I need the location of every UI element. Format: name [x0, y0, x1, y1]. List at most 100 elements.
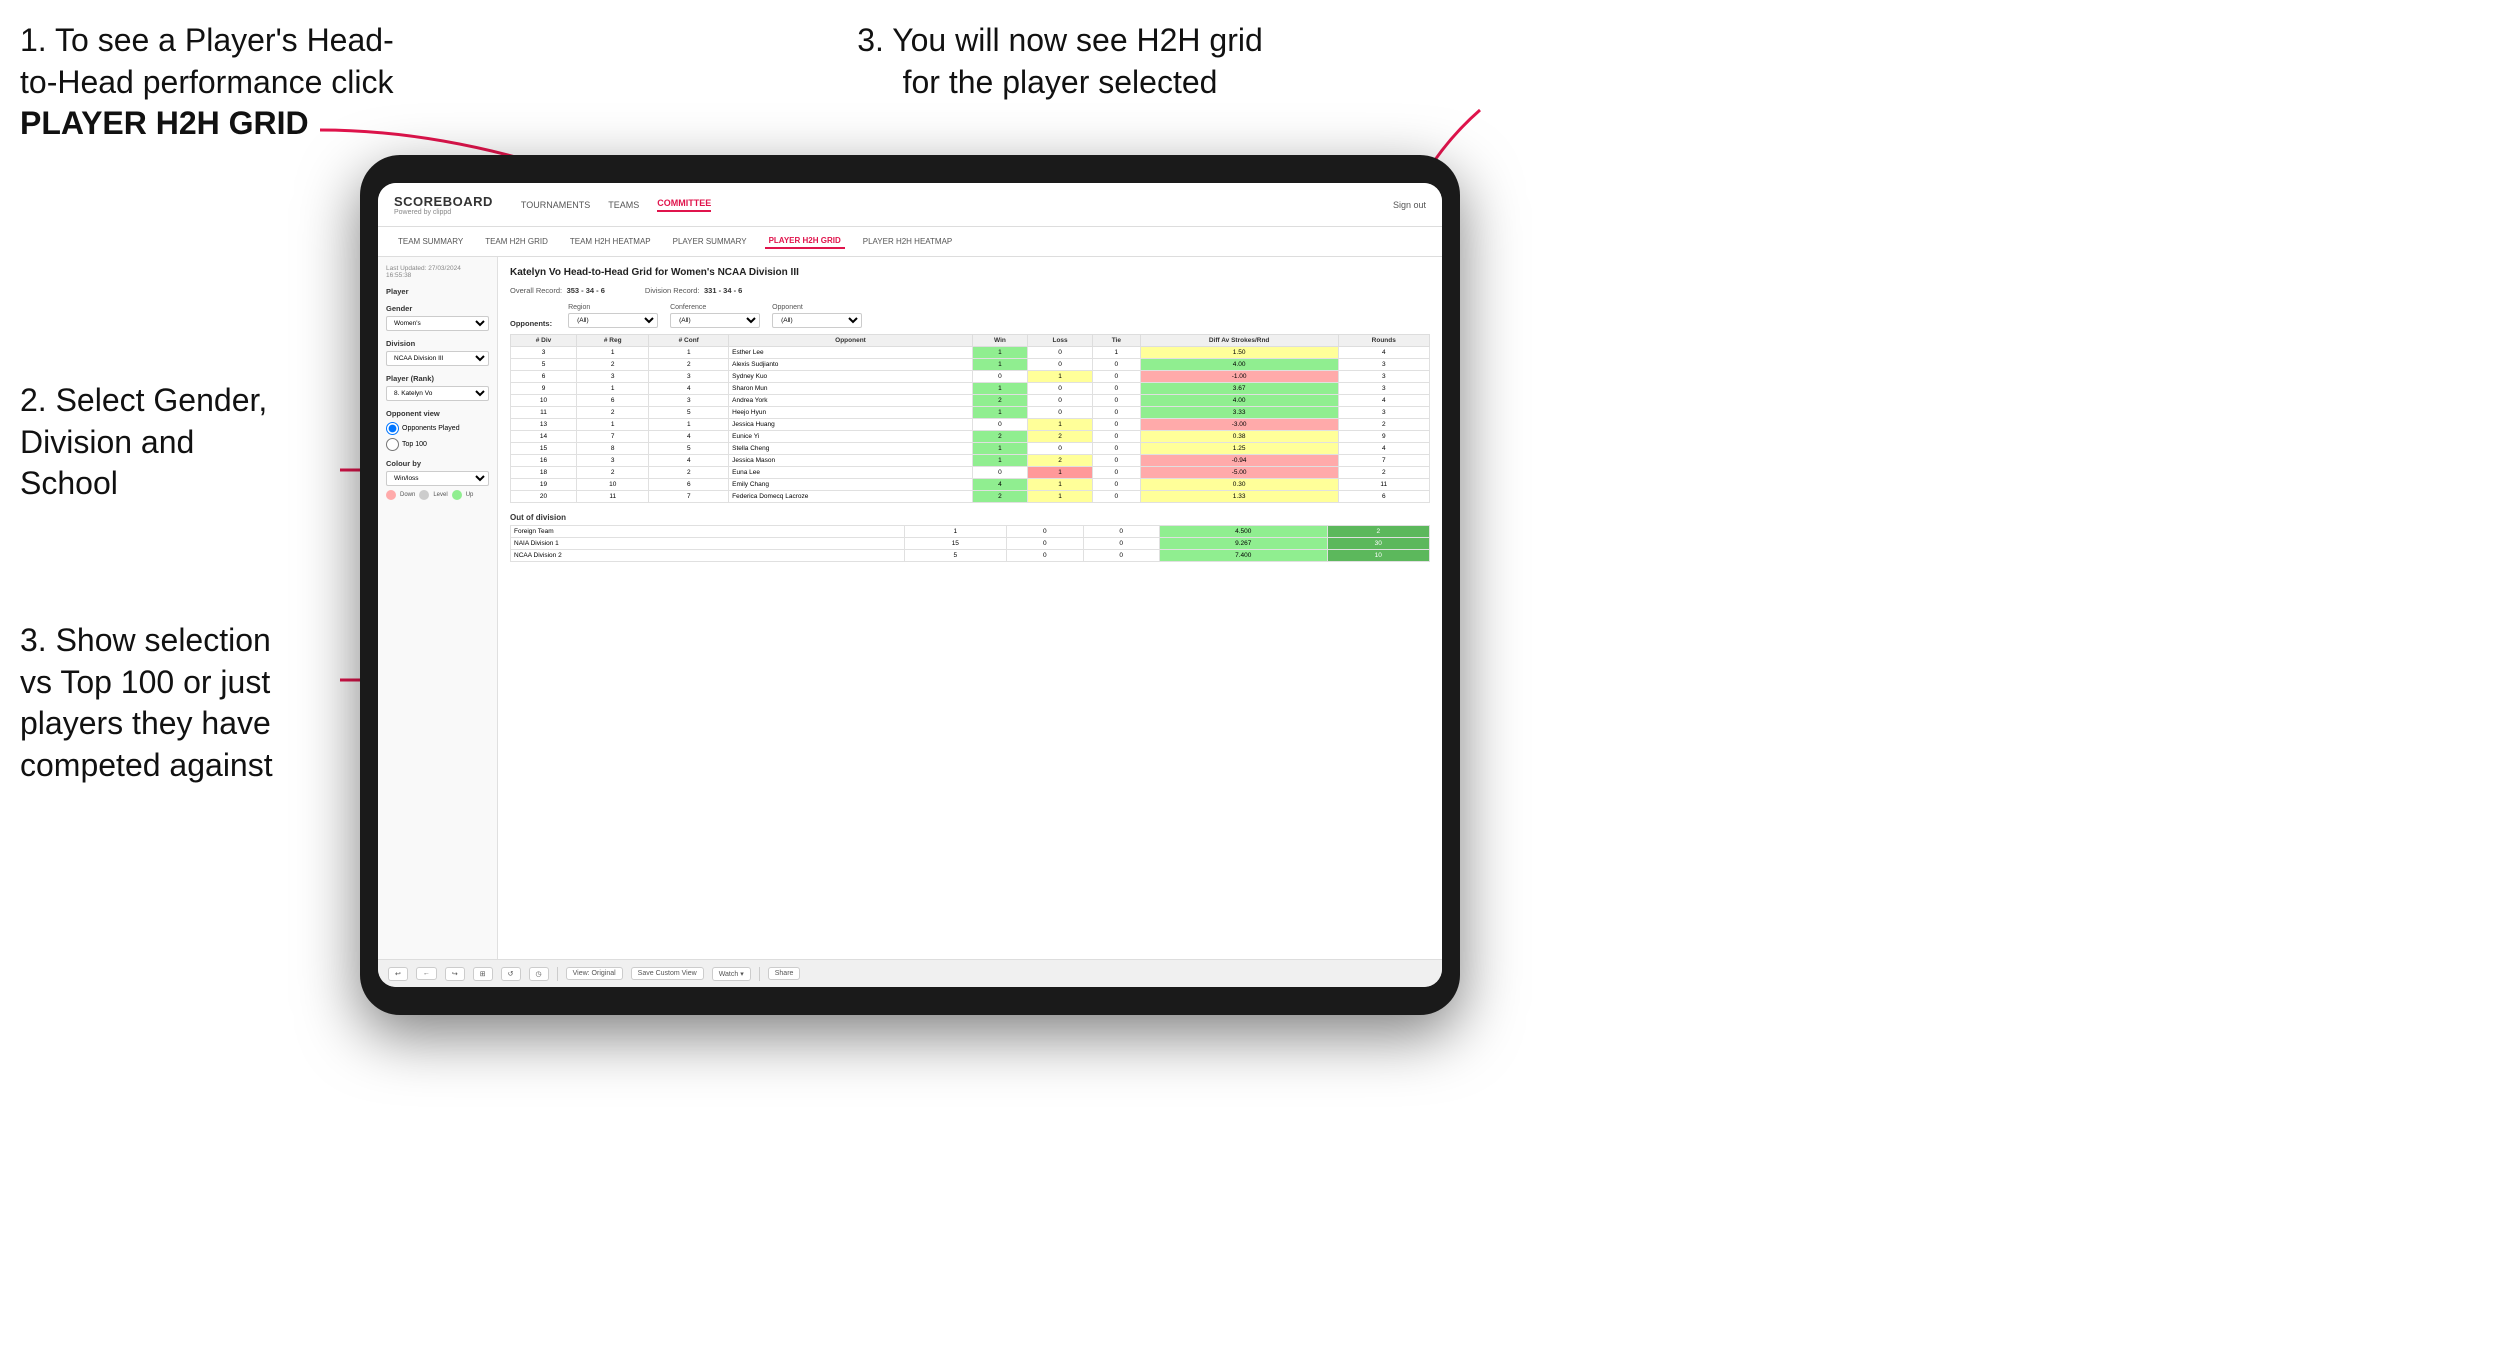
sidebar-player-rank-label: Player (Rank) [386, 374, 489, 383]
toolbar-watch[interactable]: Watch ▾ [712, 967, 751, 981]
instruction-mid-line3: School [20, 465, 118, 501]
sub-nav-player-h2h-grid[interactable]: PLAYER H2H GRID [765, 234, 845, 249]
out-of-division-title: Out of division [510, 513, 1430, 522]
instruction-bold: PLAYER H2H GRID [20, 105, 309, 141]
sub-nav: TEAM SUMMARY TEAM H2H GRID TEAM H2H HEAT… [378, 227, 1442, 257]
toolbar-sep2 [759, 967, 760, 981]
colour-up-dot [452, 490, 462, 500]
table-row: 1585Stella Cheng1001.254 [511, 443, 1430, 455]
table-row: 19106Emily Chang4100.3011 [511, 479, 1430, 491]
sidebar-player-label: Player [386, 287, 489, 296]
nav-tournaments[interactable]: TOURNAMENTS [521, 200, 590, 210]
th-reg: # Reg [577, 335, 649, 347]
nav-sign-out[interactable]: Sign out [1393, 200, 1426, 210]
overall-record: Overall Record: 353 - 34 - 6 [510, 280, 605, 298]
th-conf: # Conf [649, 335, 729, 347]
sidebar-gender-label: Gender [386, 304, 489, 313]
colour-level-dot [419, 490, 429, 500]
main-content: Last Updated: 27/03/202416:55:38 Player … [378, 257, 1442, 959]
sidebar-gender-section: Gender Women's Men's [386, 304, 489, 331]
sidebar-division-select[interactable]: NCAA Division III [386, 351, 489, 366]
filter-opponent-select[interactable]: (All) [772, 313, 862, 328]
instruction-bottom-left: 3. Show selection vs Top 100 or just pla… [20, 620, 360, 786]
table-row: 633Sydney Kuo010-1.003 [511, 371, 1430, 383]
instruction-top-right: 3. You will now see H2H gridfor the play… [820, 20, 1300, 103]
th-loss: Loss [1028, 335, 1093, 347]
sidebar-colour-section: Colour by Win/loss Down Level Up [386, 459, 489, 500]
colour-down-dot [386, 490, 396, 500]
toolbar-sep1 [557, 967, 558, 981]
sub-nav-team-summary[interactable]: TEAM SUMMARY [394, 235, 467, 248]
toolbar-save-custom[interactable]: Save Custom View [631, 967, 704, 980]
table-row: 20117Federica Domecq Lacroze2101.336 [511, 491, 1430, 503]
nav-committee[interactable]: COMMITTEE [657, 198, 711, 212]
grid-title: Katelyn Vo Head-to-Head Grid for Women's… [510, 267, 1430, 278]
filter-conference: Conference (All) [670, 304, 760, 328]
grid-area: Katelyn Vo Head-to-Head Grid for Women's… [498, 257, 1442, 959]
toolbar-refresh[interactable]: ↺ [501, 967, 521, 981]
filter-region-select[interactable]: (All) [568, 313, 658, 328]
out-of-division-row: NCAA Division 25007.40010 [511, 550, 1430, 562]
toolbar-undo[interactable]: ↩ [388, 967, 408, 981]
tablet-screen: SCOREBOARD Powered by clippd TOURNAMENTS… [378, 183, 1442, 987]
sidebar: Last Updated: 27/03/202416:55:38 Player … [378, 257, 498, 959]
sub-nav-team-h2h-grid[interactable]: TEAM H2H GRID [481, 235, 552, 248]
grid-records: Overall Record: 353 - 34 - 6 Division Re… [510, 280, 1430, 298]
logo-text: SCOREBOARD [394, 194, 493, 209]
division-record: Division Record: 331 - 34 - 6 [645, 280, 742, 298]
table-row: 311Esther Lee1011.504 [511, 347, 1430, 359]
filter-region: Region (All) [568, 304, 658, 328]
sub-nav-player-summary[interactable]: PLAYER SUMMARY [669, 235, 751, 248]
logo-area: SCOREBOARD Powered by clippd [394, 194, 493, 216]
sidebar-radio-opponents[interactable]: Opponents Played [386, 422, 489, 435]
instruction-line1: 1. To see a Player's Head- [20, 22, 394, 58]
sidebar-colour-select[interactable]: Win/loss [386, 471, 489, 486]
th-tie: Tie [1093, 335, 1141, 347]
instruction-mid-left: 2. Select Gender, Division and School [20, 380, 360, 505]
toolbar-share[interactable]: Share [768, 967, 801, 980]
filters-row: Opponents: Region (All) Conference (All) [510, 304, 1430, 328]
instruction-bottom-line3: players they have [20, 705, 271, 741]
instruction-mid-line2: Division and [20, 424, 194, 460]
sidebar-colour-row: Down Level Up [386, 490, 489, 500]
sidebar-division-label: Division [386, 339, 489, 348]
colour-down-label: Down [400, 492, 415, 498]
nav-bar: SCOREBOARD Powered by clippd TOURNAMENTS… [378, 183, 1442, 227]
instruction-mid-line1: 2. Select Gender, [20, 382, 267, 418]
sidebar-colour-label: Colour by [386, 459, 489, 468]
table-row: 522Alexis Sudjianto1004.003 [511, 359, 1430, 371]
toolbar-view-original[interactable]: View: Original [566, 967, 623, 980]
sidebar-opponent-view-label: Opponent view [386, 409, 489, 418]
th-div: # Div [511, 335, 577, 347]
colour-level-label: Level [433, 492, 447, 498]
toolbar-back[interactable]: ← [416, 967, 437, 980]
table-row: 1063Andrea York2004.004 [511, 395, 1430, 407]
table-row: 1822Euna Lee010-5.002 [511, 467, 1430, 479]
out-of-division-row: NAIA Division 115009.26730 [511, 538, 1430, 550]
instruction-bottom-line1: 3. Show selection [20, 622, 271, 658]
toolbar-clock[interactable]: ◷ [529, 967, 549, 981]
sub-nav-team-h2h-heatmap[interactable]: TEAM H2H HEATMAP [566, 235, 655, 248]
sidebar-player-section: Player [386, 287, 489, 296]
sidebar-player-rank-section: Player (Rank) 8. Katelyn Vo [386, 374, 489, 401]
opponents-filter-label: Opponents: [510, 319, 552, 328]
toolbar-redo[interactable]: ↪ [445, 967, 465, 981]
table-row: 1311Jessica Huang010-3.002 [511, 419, 1430, 431]
colour-up-label: Up [466, 492, 474, 498]
filter-opponent: Opponent (All) [772, 304, 862, 328]
sub-nav-player-h2h-heatmap[interactable]: PLAYER H2H HEATMAP [859, 235, 957, 248]
nav-teams[interactable]: TEAMS [608, 200, 639, 210]
sidebar-gender-select[interactable]: Women's Men's [386, 316, 489, 331]
instruction-bottom-line4: competed against [20, 747, 273, 783]
sidebar-radio-top100[interactable]: Top 100 [386, 438, 489, 451]
sidebar-date: Last Updated: 27/03/202416:55:38 [386, 265, 489, 279]
th-rounds: Rounds [1338, 335, 1429, 347]
th-opponent: Opponent [729, 335, 973, 347]
sidebar-radio-group: Opponents Played Top 100 [386, 422, 489, 451]
sidebar-player-rank-select[interactable]: 8. Katelyn Vo [386, 386, 489, 401]
th-diff: Diff Av Strokes/Rnd [1140, 335, 1338, 347]
toolbar-grid[interactable]: ⊞ [473, 967, 493, 981]
out-of-division-row: Foreign Team1004.5002 [511, 526, 1430, 538]
tablet: SCOREBOARD Powered by clippd TOURNAMENTS… [360, 155, 1460, 1015]
filter-conference-select[interactable]: (All) [670, 313, 760, 328]
